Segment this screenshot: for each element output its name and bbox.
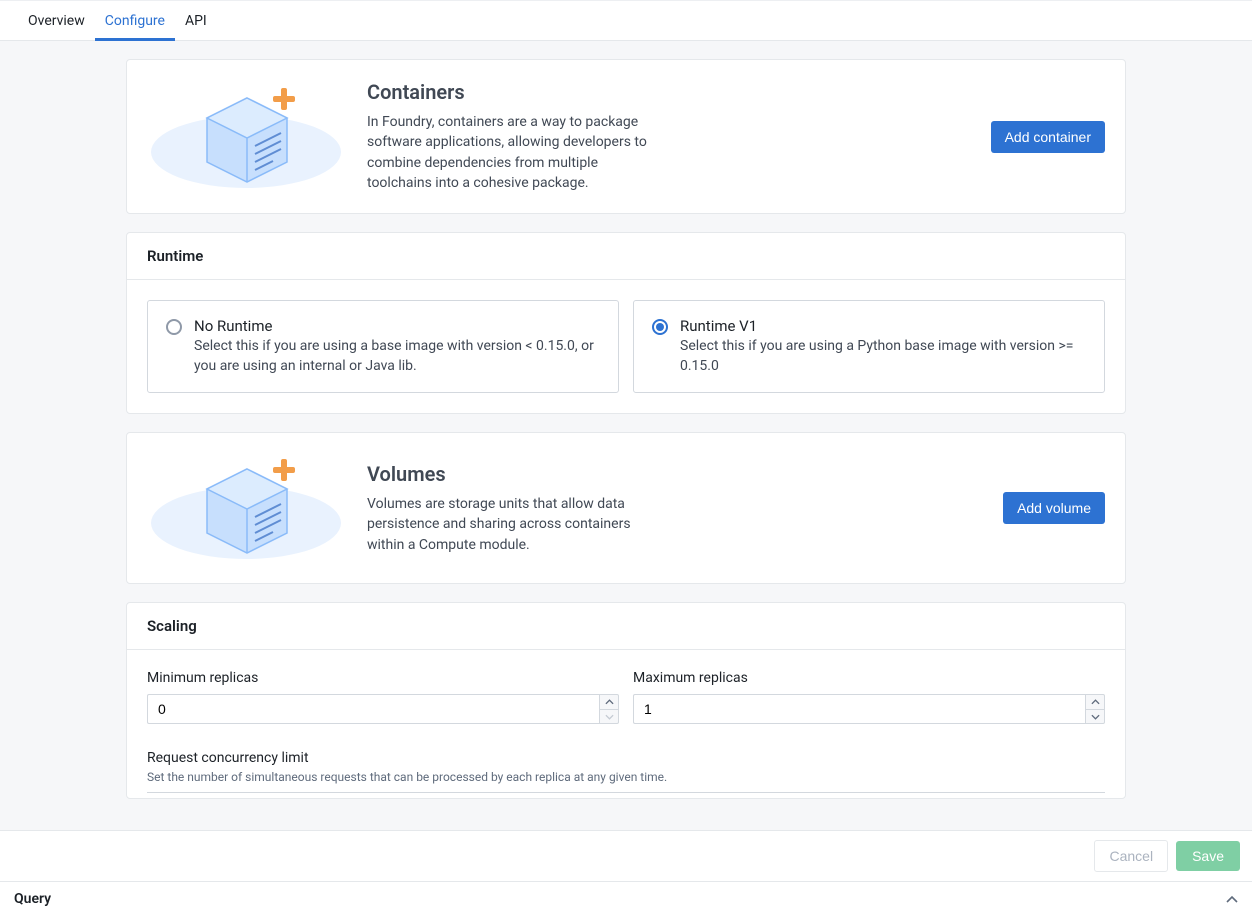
radio-icon	[166, 319, 182, 335]
radio-icon	[652, 319, 668, 335]
stepper-up-button[interactable]	[600, 695, 618, 710]
containers-title: Containers	[367, 80, 657, 104]
chevron-up-icon	[1226, 895, 1238, 903]
min-replicas-stepper	[147, 694, 619, 724]
stepper-up-button[interactable]	[1086, 695, 1104, 710]
containers-illustration	[147, 82, 345, 192]
add-volume-button[interactable]: Add volume	[1003, 492, 1105, 524]
chevron-up-icon	[1091, 699, 1100, 705]
volumes-title: Volumes	[367, 462, 663, 486]
volumes-desc: Volumes are storage units that allow dat…	[367, 494, 663, 555]
query-label: Query	[14, 891, 51, 907]
add-container-button[interactable]: Add container	[991, 121, 1105, 153]
concurrency-help: Set the number of simultaneous requests …	[147, 770, 1105, 784]
runtime-option-none[interactable]: No Runtime Select this if you are using …	[147, 300, 619, 393]
runtime-card: Runtime No Runtime Select this if you ar…	[126, 232, 1126, 414]
min-replicas-input[interactable]	[147, 694, 599, 724]
concurrency-label: Request concurrency limit	[147, 750, 1105, 766]
footer-bar: Cancel Save	[0, 830, 1252, 881]
max-replicas-label: Maximum replicas	[633, 670, 1105, 686]
chevron-down-icon	[605, 714, 614, 720]
runtime-v1-desc: Select this if you are using a Python ba…	[680, 337, 1086, 376]
min-replicas-label: Minimum replicas	[147, 670, 619, 686]
runtime-none-desc: Select this if you are using a base imag…	[194, 337, 600, 376]
runtime-none-title: No Runtime	[194, 317, 600, 335]
save-button[interactable]: Save	[1176, 841, 1240, 871]
query-bar[interactable]: Query	[0, 881, 1252, 916]
tab-overview[interactable]: Overview	[18, 1, 95, 40]
cancel-button[interactable]: Cancel	[1094, 840, 1168, 872]
runtime-v1-title: Runtime V1	[680, 317, 1086, 335]
main-scroll[interactable]: Containers In Foundry, containers are a …	[0, 41, 1252, 830]
stepper-down-button[interactable]	[600, 710, 618, 724]
max-replicas-stepper	[633, 694, 1105, 724]
concurrency-input-edge	[147, 792, 1105, 794]
chevron-down-icon	[1091, 714, 1100, 720]
stepper-down-button[interactable]	[1086, 710, 1104, 724]
volumes-card: Volumes Volumes are storage units that a…	[126, 432, 1126, 584]
tab-configure[interactable]: Configure	[95, 1, 175, 40]
runtime-header: Runtime	[127, 233, 1125, 280]
containers-desc: In Foundry, containers are a way to pack…	[367, 112, 657, 193]
scaling-card: Scaling Minimum replicas	[126, 602, 1126, 799]
tabs: Overview Configure API	[0, 1, 1252, 41]
volumes-illustration	[147, 453, 345, 563]
runtime-option-v1[interactable]: Runtime V1 Select this if you are using …	[633, 300, 1105, 393]
max-replicas-input[interactable]	[633, 694, 1085, 724]
chevron-up-icon	[605, 699, 614, 705]
containers-card: Containers In Foundry, containers are a …	[126, 59, 1126, 214]
tab-api[interactable]: API	[175, 1, 217, 40]
scaling-header: Scaling	[127, 603, 1125, 650]
